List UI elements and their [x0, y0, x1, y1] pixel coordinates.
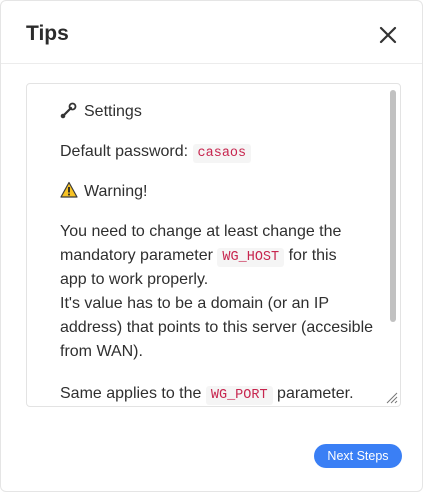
paragraph3: Same applies to the WG_PORT parameter.: [60, 382, 354, 406]
default-password-value: casaos: [192, 144, 252, 163]
paragraph2-line3: from WAN).: [60, 343, 143, 360]
wrench-icon: [60, 101, 78, 119]
paragraph2-line2: address) that points to this server (acc…: [60, 319, 374, 336]
warning-heading-row: Warning!: [60, 180, 147, 204]
tips-dialog: Tips Settings Default password: casaos W…: [0, 0, 423, 492]
next-steps-button[interactable]: Next Steps: [314, 444, 402, 468]
warning-icon: [60, 181, 78, 199]
default-password-row: Default password: casaos: [60, 140, 252, 166]
warning-heading: Warning!: [84, 183, 148, 200]
dialog-header: Tips: [1, 1, 422, 64]
settings-heading: Settings: [84, 103, 142, 120]
paragraph1-line2-post: for this: [288, 247, 337, 264]
dialog-title: Tips: [26, 22, 69, 45]
wg-host-code: WG_HOST: [217, 248, 285, 267]
paragraph1-line3: app to work properly.: [60, 271, 209, 288]
paragraph3-post: parameter.: [277, 385, 354, 402]
wg-port-code: WG_PORT: [205, 386, 273, 405]
paragraph1-line2-pre: mandatory parameter: [60, 247, 213, 264]
resize-handle-icon[interactable]: [384, 390, 398, 404]
paragraph2-line1: It's value has to be a domain (or an IP: [60, 295, 329, 312]
paragraph3-pre: Same applies to the: [60, 385, 202, 402]
tips-content-box[interactable]: Settings Default password: casaos Warnin…: [26, 83, 401, 407]
settings-heading-row: Settings: [60, 100, 142, 124]
paragraph1-line1: You need to change at least change the: [60, 223, 342, 240]
content-scrollbar[interactable]: [390, 90, 396, 322]
default-password-label: Default password:: [60, 143, 189, 160]
paragraph1-line2: mandatory parameter WG_HOST for this: [60, 244, 337, 270]
close-icon[interactable]: [376, 23, 400, 47]
